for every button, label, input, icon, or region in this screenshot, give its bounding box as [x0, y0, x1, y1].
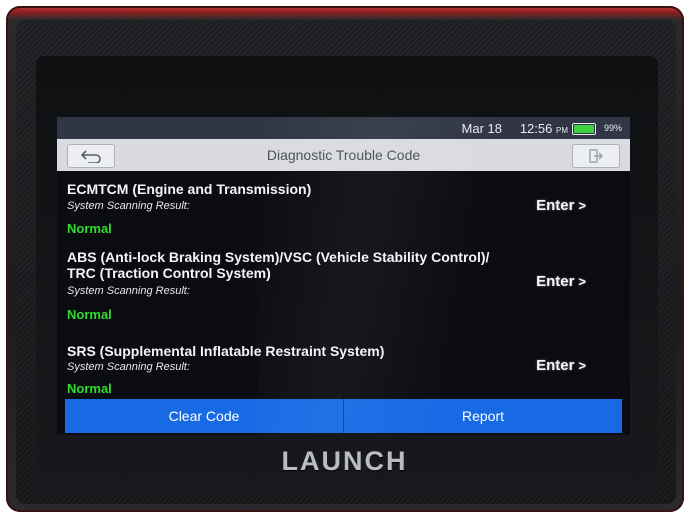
chevron-right-icon: > — [578, 358, 586, 373]
system-item-srs[interactable]: SRS (Supplemental Inflatable Restraint S… — [57, 343, 630, 403]
system-item-abs-vsc-trc[interactable]: ABS (Anti-lock Braking System)/VSC (Vehi… — [57, 249, 630, 329]
status-time-value: 12:56 — [519, 121, 553, 136]
battery-icon — [572, 123, 596, 135]
system-item-ecmtcm[interactable]: ECMTCM (Engine and Transmission) System … — [57, 181, 630, 245]
scan-result-label: System Scanning Result: — [67, 200, 190, 212]
scan-result-label: System Scanning Result: — [67, 361, 190, 373]
battery-percent: 99% — [603, 123, 622, 133]
chevron-right-icon: > — [578, 198, 586, 213]
title-bar: Diagnostic Trouble Code — [57, 139, 630, 171]
enter-label: Enter — [536, 357, 575, 374]
scan-status: Normal — [67, 381, 112, 396]
status-date: Mar 18 — [461, 121, 502, 136]
report-button[interactable]: Report — [344, 399, 622, 433]
enter-button[interactable]: Enter > — [536, 357, 586, 374]
system-name: ECMTCM (Engine and Transmission) — [67, 181, 312, 197]
enter-button[interactable]: Enter > — [536, 197, 586, 214]
system-name: ABS (Anti-lock Braking System)/VSC (Vehi… — [67, 249, 490, 281]
exit-icon — [589, 149, 603, 163]
battery-fill — [574, 125, 594, 133]
bottom-action-bar: Clear Code Report — [65, 399, 622, 433]
chevron-right-icon: > — [578, 274, 586, 289]
status-bar: Mar 18 12:56 PM 99% — [57, 117, 630, 139]
page-title: Diagnostic Trouble Code — [266, 147, 421, 163]
exit-button[interactable] — [572, 144, 620, 168]
system-name: SRS (Supplemental Inflatable Restraint S… — [67, 343, 385, 359]
enter-button[interactable]: Enter > — [536, 273, 586, 290]
status-time: 12:56 PM — [520, 121, 568, 136]
enter-label: Enter — [536, 273, 575, 290]
enter-label: Enter — [536, 197, 575, 214]
brand-logo: LAUNCH — [281, 446, 408, 476]
device-screen: Mar 18 12:56 PM 99% Diagnostic Trouble C… — [57, 117, 630, 435]
scan-status: Normal — [67, 221, 112, 236]
status-meridiem: PM — [556, 126, 568, 135]
scan-status: Normal — [67, 307, 112, 322]
clear-code-button[interactable]: Clear Code — [65, 399, 343, 433]
scan-result-label: System Scanning Result: — [67, 285, 190, 297]
